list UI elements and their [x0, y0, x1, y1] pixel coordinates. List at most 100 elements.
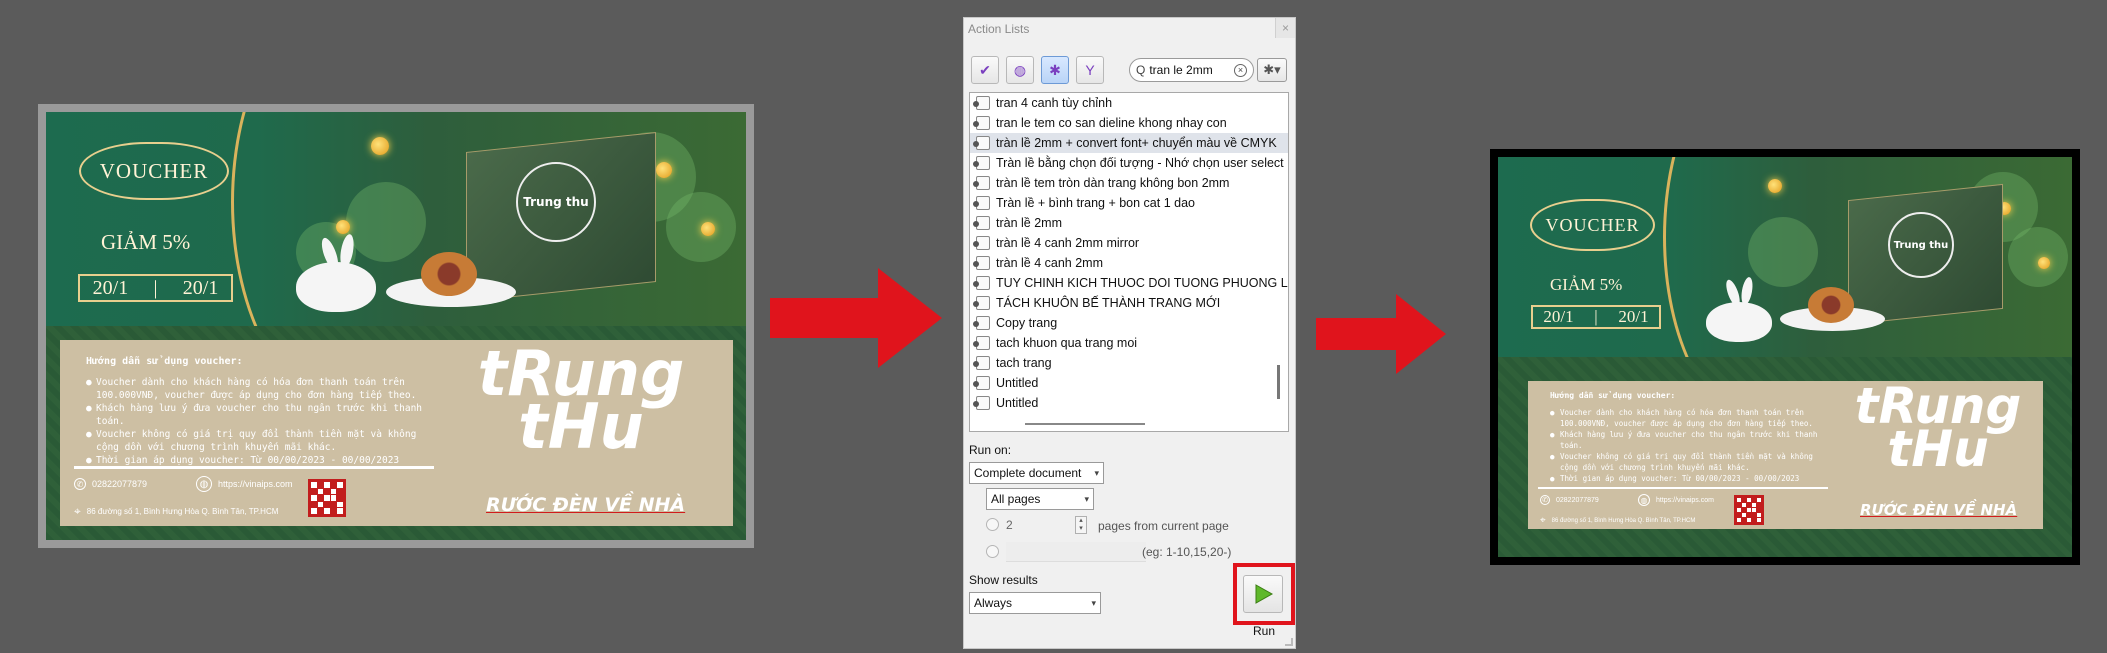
run-on-select[interactable]: Complete document ▾ — [969, 462, 1104, 484]
action-label: tach khuon qua trang moi — [996, 336, 1138, 350]
trung-thu-title: tRung tHu — [456, 343, 706, 457]
voucher-artwork: VOUCHER GIẢM 5% 20/1 | 20/1 Trung thu Hư… — [46, 112, 746, 540]
rabbit-illustration — [296, 262, 376, 312]
trung-thu-title: tRung tHu — [1838, 381, 2038, 473]
action-label: tran 4 canh tùy chỉnh — [996, 96, 1113, 110]
date-to: 20/1 — [182, 276, 219, 299]
resize-grip[interactable] — [1285, 638, 1293, 646]
search-input[interactable]: Q tran le 2mm × — [1129, 58, 1254, 82]
action-icon — [973, 96, 990, 110]
original-voucher-image: VOUCHER GIẢM 5% 20/1 | 20/1 Trung thu Hư… — [38, 104, 754, 548]
action-list-item[interactable]: tràn lề tem tròn dàn trang không bon 2mm — [970, 173, 1288, 193]
action-icon — [973, 256, 990, 270]
website-url: https://vinaips.com — [218, 479, 293, 489]
pages-select[interactable]: All pages ▾ — [986, 488, 1094, 510]
action-label: tràn lề tem tròn dàn trang không bon 2mm — [996, 176, 1230, 190]
phone-number: 02822077879 — [92, 479, 148, 489]
guide-item: Thời gian áp dụng voucher: Từ 00/00/2023… — [1550, 473, 1830, 484]
action-list-item[interactable]: tach khuon qua trang moi — [970, 333, 1288, 353]
mooncake-illustration — [1808, 287, 1854, 323]
action-list-item[interactable]: TÁCH KHUÔN BẾ THÀNH TRANG MỚI — [970, 293, 1288, 313]
website-url: https://vinaips.com — [1656, 496, 1714, 504]
action-label: tràn lề 4 canh 2mm — [996, 256, 1103, 270]
action-list-item[interactable]: Tràn lề bằng chọn đối tượng - Nhớ chọn u… — [970, 153, 1288, 173]
action-icon — [973, 396, 990, 410]
pages-count-spinner[interactable]: ▴ ▾ — [1075, 516, 1087, 534]
action-list[interactable]: tran 4 canh tùy chỉnh tran le tem co san … — [969, 92, 1289, 432]
action-icon — [973, 216, 990, 230]
funnel-button[interactable]: Y — [1076, 56, 1104, 84]
phone-icon: ✆ — [74, 478, 86, 490]
action-icon — [973, 376, 990, 390]
arrow-right-icon — [770, 268, 942, 368]
qr-code — [308, 479, 346, 517]
action-icon — [973, 136, 990, 150]
chevron-down-icon: ▾ — [1091, 597, 1096, 608]
action-list-item[interactable]: tran le tem co san dieline khong nhay co… — [970, 113, 1288, 133]
action-list-item[interactable]: tràn lề 2mm + convert font+ chuyển màu v… — [970, 133, 1288, 153]
globe-icon: ◍ — [196, 476, 212, 492]
gift-box-logo: Trung thu — [1888, 212, 1954, 278]
action-list-items: tran 4 canh tùy chỉnh tran le tem co san … — [970, 93, 1288, 413]
action-icon — [973, 316, 990, 330]
scrollbar-thumb[interactable] — [1277, 365, 1280, 399]
show-results-select[interactable]: Always ▾ — [969, 592, 1101, 614]
chevron-down-icon: ▾ — [1094, 467, 1099, 478]
voucher-badge: VOUCHER — [1530, 199, 1655, 251]
action-label: tràn lề 2mm — [996, 216, 1062, 230]
phone-contact: ✆ 02822077879 — [74, 478, 147, 490]
discount-text: GIẢM 5% — [1550, 275, 1623, 294]
action-icon — [973, 156, 990, 170]
globe-icon: ◍ — [1638, 494, 1650, 506]
date-from: 20/1 — [1543, 307, 1574, 326]
action-list-item[interactable]: tach trang — [970, 353, 1288, 373]
discount-text: GIẢM 5% — [101, 230, 191, 254]
checkmark-button[interactable]: ✔ — [971, 56, 999, 84]
action-list-item[interactable]: TUY CHINH KICH THUOC DOI TUONG PHUONG LE — [970, 273, 1288, 293]
action-list-item[interactable]: Untitled — [970, 393, 1288, 413]
run-on-value: Complete document — [974, 466, 1082, 480]
settings-menu-button[interactable]: ✱▾ — [1257, 58, 1287, 82]
qr-code — [1734, 495, 1764, 525]
pages-from-current-radio[interactable] — [986, 518, 999, 531]
show-results-value: Always — [974, 596, 1013, 610]
page-range-radio[interactable] — [986, 545, 999, 558]
action-icon — [973, 336, 990, 350]
date-range: 20/1 | 20/1 — [78, 274, 233, 302]
page-range-input[interactable] — [1006, 542, 1146, 562]
action-label: Copy trang — [996, 316, 1058, 330]
arrow-right-icon — [1316, 294, 1446, 374]
close-button[interactable]: × — [1275, 18, 1295, 38]
show-results-label: Show results — [969, 573, 1038, 587]
action-label: Untitled — [996, 396, 1039, 410]
run-button[interactable] — [1243, 575, 1283, 613]
guide-item: Voucher không có giá trị quy đổi thành t… — [86, 428, 426, 454]
action-list-item[interactable]: Untitled — [970, 373, 1288, 393]
globe-icon: ◍ — [1013, 61, 1027, 78]
action-list-item[interactable]: tràn lề 2mm — [970, 213, 1288, 233]
run-label: Run — [1253, 624, 1276, 638]
processed-voucher-image: VOUCHER GIẢM 5% 20/1 | 20/1 Trung thu Hư… — [1490, 149, 2080, 565]
date-from: 20/1 — [92, 276, 129, 299]
guide-list: Voucher dành cho khách hàng có hóa đơn t… — [1550, 407, 1830, 484]
gear-filter-button[interactable]: ✱ — [1041, 56, 1069, 84]
action-list-item[interactable]: tràn lề 4 canh 2mm mirror — [970, 233, 1288, 253]
action-icon — [973, 176, 990, 190]
play-icon — [1255, 584, 1274, 604]
action-label: TUY CHINH KICH THUOC DOI TUONG PHUONG LE — [996, 276, 1289, 290]
guide-item: Voucher không có giá trị quy đổi thành t… — [1550, 451, 1830, 473]
action-list-item[interactable]: tran 4 canh tùy chỉnh — [970, 93, 1288, 113]
action-icon — [973, 356, 990, 370]
globe-button[interactable]: ◍ — [1006, 56, 1034, 84]
clear-search-icon[interactable]: × — [1234, 63, 1247, 77]
range-example-label: (eg: 1-10,15,20-) — [1142, 545, 1232, 559]
action-list-item[interactable]: Copy trang — [970, 313, 1288, 333]
tagline: RƯỚC ĐÈN VỀ NHÀ — [1860, 501, 2018, 519]
guide-item: Khách hàng lưu ý đưa voucher cho thu ngâ… — [86, 402, 426, 428]
action-list-item[interactable]: tràn lề 4 canh 2mm — [970, 253, 1288, 273]
action-list-item[interactable]: Tràn lề + bình trang + bon cat 1 dao — [970, 193, 1288, 213]
tagline: RƯỚC ĐÈN VỀ NHÀ — [486, 494, 686, 516]
action-label: Tràn lề bằng chọn đối tượng - Nhớ chọn u… — [996, 156, 1284, 170]
website-contact: ◍ https://vinaips.com — [1638, 494, 1714, 506]
action-label: tran le tem co san dieline khong nhay co… — [996, 116, 1227, 130]
